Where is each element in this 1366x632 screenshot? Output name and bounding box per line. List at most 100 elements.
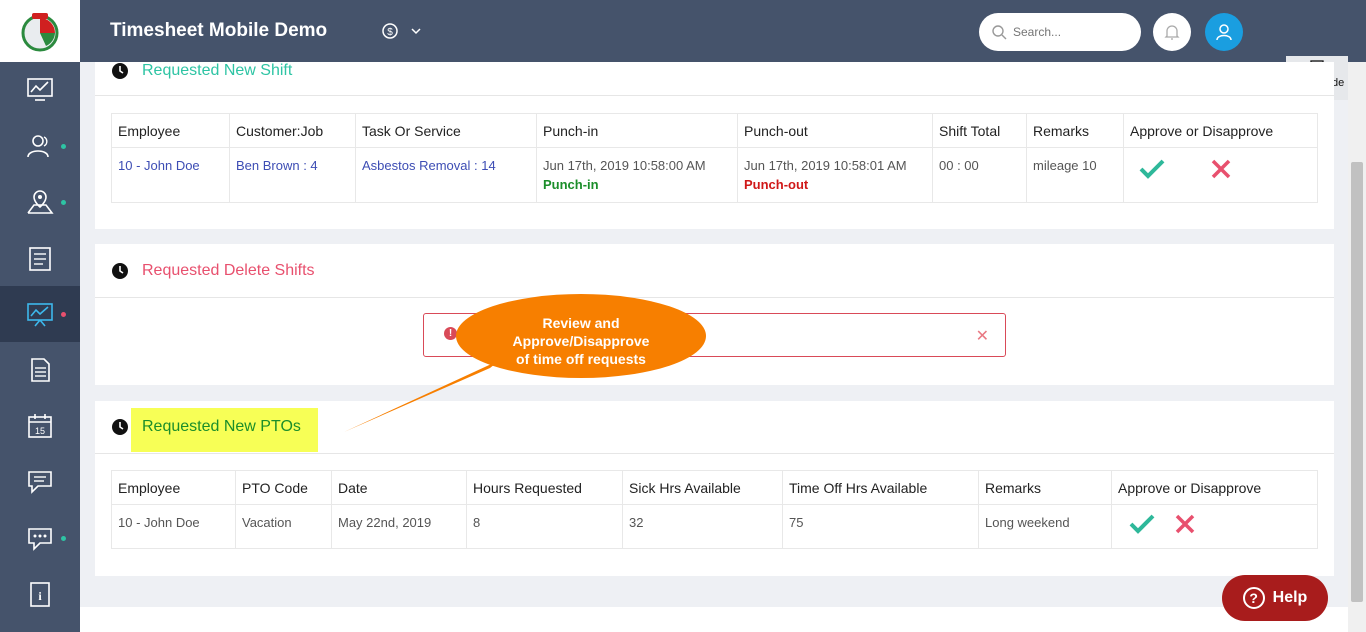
status-dot (61, 200, 66, 205)
search-icon (992, 25, 1007, 40)
search-box[interactable] (979, 13, 1141, 51)
close-alert-button[interactable]: ✕ (976, 326, 989, 346)
status-dot (61, 536, 66, 541)
status-dot (61, 144, 66, 149)
callout-line-1: Review and (542, 315, 620, 331)
clock-icon (112, 419, 128, 435)
checkmark-icon (1139, 159, 1165, 179)
chat-icon (28, 471, 52, 494)
col-customer-job: Customer:Job (229, 113, 356, 148)
card-title: Requested New PTOs (142, 418, 301, 435)
app-title: Timesheet Mobile Demo (110, 20, 328, 41)
company-switcher[interactable]: $ (380, 21, 430, 41)
sidebar-item-chat[interactable] (0, 510, 80, 566)
col-approve: Approve or Disapprove (1111, 470, 1318, 505)
customer-job-link[interactable]: Ben Brown : 4 (229, 147, 356, 203)
shift-total-cell: 00 : 00 (932, 147, 1027, 203)
chevron-down-icon (411, 28, 421, 35)
clipboard-icon (29, 247, 51, 271)
clock-icon (112, 262, 128, 279)
app-logo[interactable] (0, 0, 80, 62)
approve-button[interactable] (1128, 513, 1156, 538)
table-header-row: Employee PTO Code Date Hours Requested S… (111, 470, 1318, 505)
calendar-icon: 15 (28, 414, 52, 438)
card-title: Requested New Shift (142, 62, 293, 79)
sidebar-item-info[interactable]: i (0, 566, 80, 622)
checkmark-icon (1129, 514, 1155, 534)
callout-text: Review and Approve/Disapprove of time of… (456, 314, 706, 368)
scroll-thumb[interactable] (1351, 162, 1363, 602)
help-label: Help (1272, 589, 1308, 606)
sidebar: 15 i (0, 0, 80, 632)
dashboard-icon (27, 78, 53, 101)
col-employee: Employee (111, 113, 230, 148)
sidebar-item-documents[interactable] (0, 342, 80, 398)
callout-line-2: Approve/Disapprove (512, 333, 650, 349)
sidebar-item-reports[interactable] (0, 286, 80, 342)
col-task: Task Or Service (355, 113, 537, 148)
status-dot (61, 312, 66, 317)
footer (80, 607, 1348, 632)
punch-in-time: Jun 17th, 2019 10:58:00 AM (543, 158, 706, 173)
col-employee: Employee (111, 470, 236, 505)
user-menu-button[interactable] (1205, 13, 1243, 51)
punch-out-time: Jun 17th, 2019 10:58:01 AM (744, 158, 907, 173)
cross-icon (1211, 159, 1230, 179)
requested-new-shift-card: Requested New Shift Employee Customer:Jo… (95, 62, 1334, 229)
sidebar-item-jobs[interactable] (0, 230, 80, 286)
help-button[interactable]: ? Help (1222, 575, 1328, 621)
col-remarks: Remarks (978, 470, 1112, 505)
col-date: Date (331, 470, 467, 505)
search-input[interactable] (1013, 25, 1123, 39)
svg-text:15: 15 (35, 426, 45, 436)
sidebar-item-messages[interactable] (0, 454, 80, 510)
sidebar-item-dashboard[interactable] (0, 62, 80, 118)
punch-in-cell: Jun 17th, 2019 10:58:00 AM Punch-in (536, 147, 738, 203)
task-link[interactable]: Asbestos Removal : 14 (355, 147, 537, 203)
punch-in-label: Punch-in (543, 177, 599, 192)
table-row: 10 - John Doe Ben Brown : 4 Asbestos Rem… (111, 147, 1318, 203)
timeoff-hrs-cell: 75 (782, 504, 979, 549)
remarks-cell: mileage 10 (1026, 147, 1124, 203)
new-shift-table: Employee Customer:Job Task Or Service Pu… (111, 113, 1318, 203)
table-row: 10 - John Doe Vacation May 22nd, 2019 8 … (111, 504, 1318, 549)
scrollbar[interactable] (1348, 62, 1366, 632)
disapprove-button[interactable] (1174, 513, 1196, 538)
col-punch-out: Punch-out (737, 113, 933, 148)
info-book-icon: i (30, 582, 50, 607)
col-timeoff-hrs: Time Off Hrs Available (782, 470, 979, 505)
bell-icon (1164, 25, 1180, 40)
table-header-row: Employee Customer:Job Task Or Service Pu… (111, 113, 1318, 148)
sidebar-item-locations[interactable] (0, 174, 80, 230)
pto-code-cell: Vacation (235, 504, 332, 549)
svg-text:$: $ (387, 27, 393, 38)
sidebar-item-calendar[interactable]: 15 (0, 398, 80, 454)
speech-bubble-icon (28, 528, 52, 551)
document-icon (31, 358, 50, 382)
question-icon: ? (1242, 587, 1265, 609)
new-ptos-table: Employee PTO Code Date Hours Requested S… (111, 470, 1318, 549)
punch-out-label: Punch-out (744, 177, 809, 192)
employee-link[interactable]: 10 - John Doe (111, 147, 230, 203)
clock-icon (112, 63, 128, 79)
cross-icon (1175, 514, 1194, 534)
col-hours-requested: Hours Requested (466, 470, 623, 505)
approve-button[interactable] (1138, 158, 1166, 183)
col-punch-in: Punch-in (536, 113, 738, 148)
hours-cell: 8 (466, 504, 623, 549)
card-title: Requested Delete Shifts (142, 261, 315, 279)
presentation-chart-icon (27, 303, 53, 327)
money-icon: $ (382, 23, 398, 39)
notifications-button[interactable] (1153, 13, 1191, 51)
date-cell: May 22nd, 2019 (331, 504, 467, 549)
sidebar-item-employees[interactable] (0, 118, 80, 174)
punch-out-cell: Jun 17th, 2019 10:58:01 AM Punch-out (737, 147, 933, 203)
remarks-cell: Long weekend (978, 504, 1112, 549)
svg-text:i: i (38, 589, 42, 603)
disapprove-button[interactable] (1210, 158, 1232, 183)
callout-line-3: of time off requests (516, 351, 646, 367)
col-pto-code: PTO Code (235, 470, 332, 505)
col-remarks: Remarks (1026, 113, 1124, 148)
approve-cell (1123, 147, 1318, 203)
logo-icon (21, 13, 59, 52)
